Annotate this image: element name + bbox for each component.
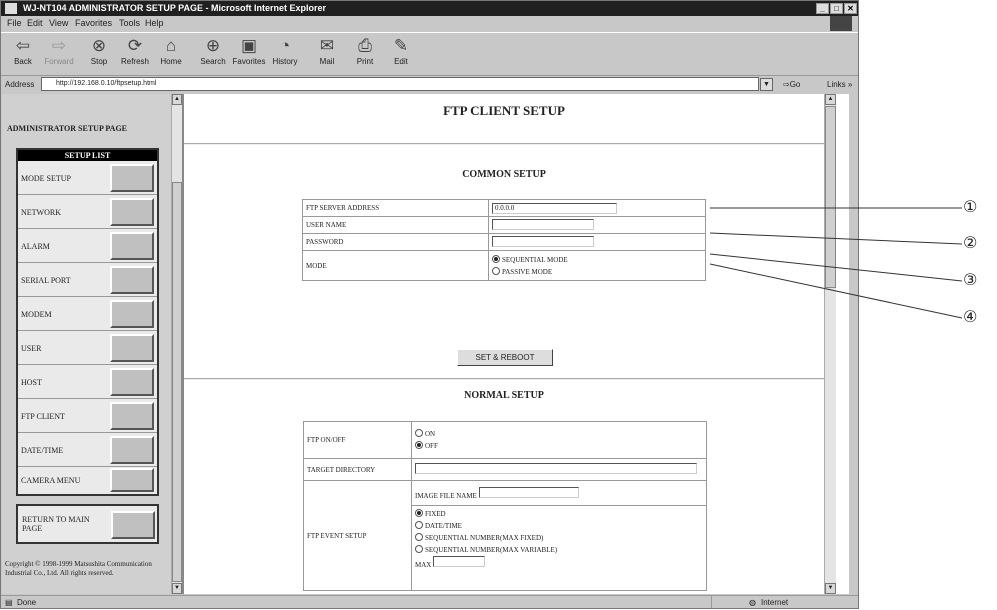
callout-1: ①	[963, 197, 978, 216]
callout-line-4	[709, 263, 963, 319]
callout-lines	[709, 207, 963, 319]
callout-3: ③	[963, 270, 978, 289]
callout-4: ④	[963, 307, 978, 326]
callout-line-2	[709, 232, 963, 245]
callout-line-3	[709, 253, 963, 282]
callout-2: ②	[963, 233, 978, 252]
